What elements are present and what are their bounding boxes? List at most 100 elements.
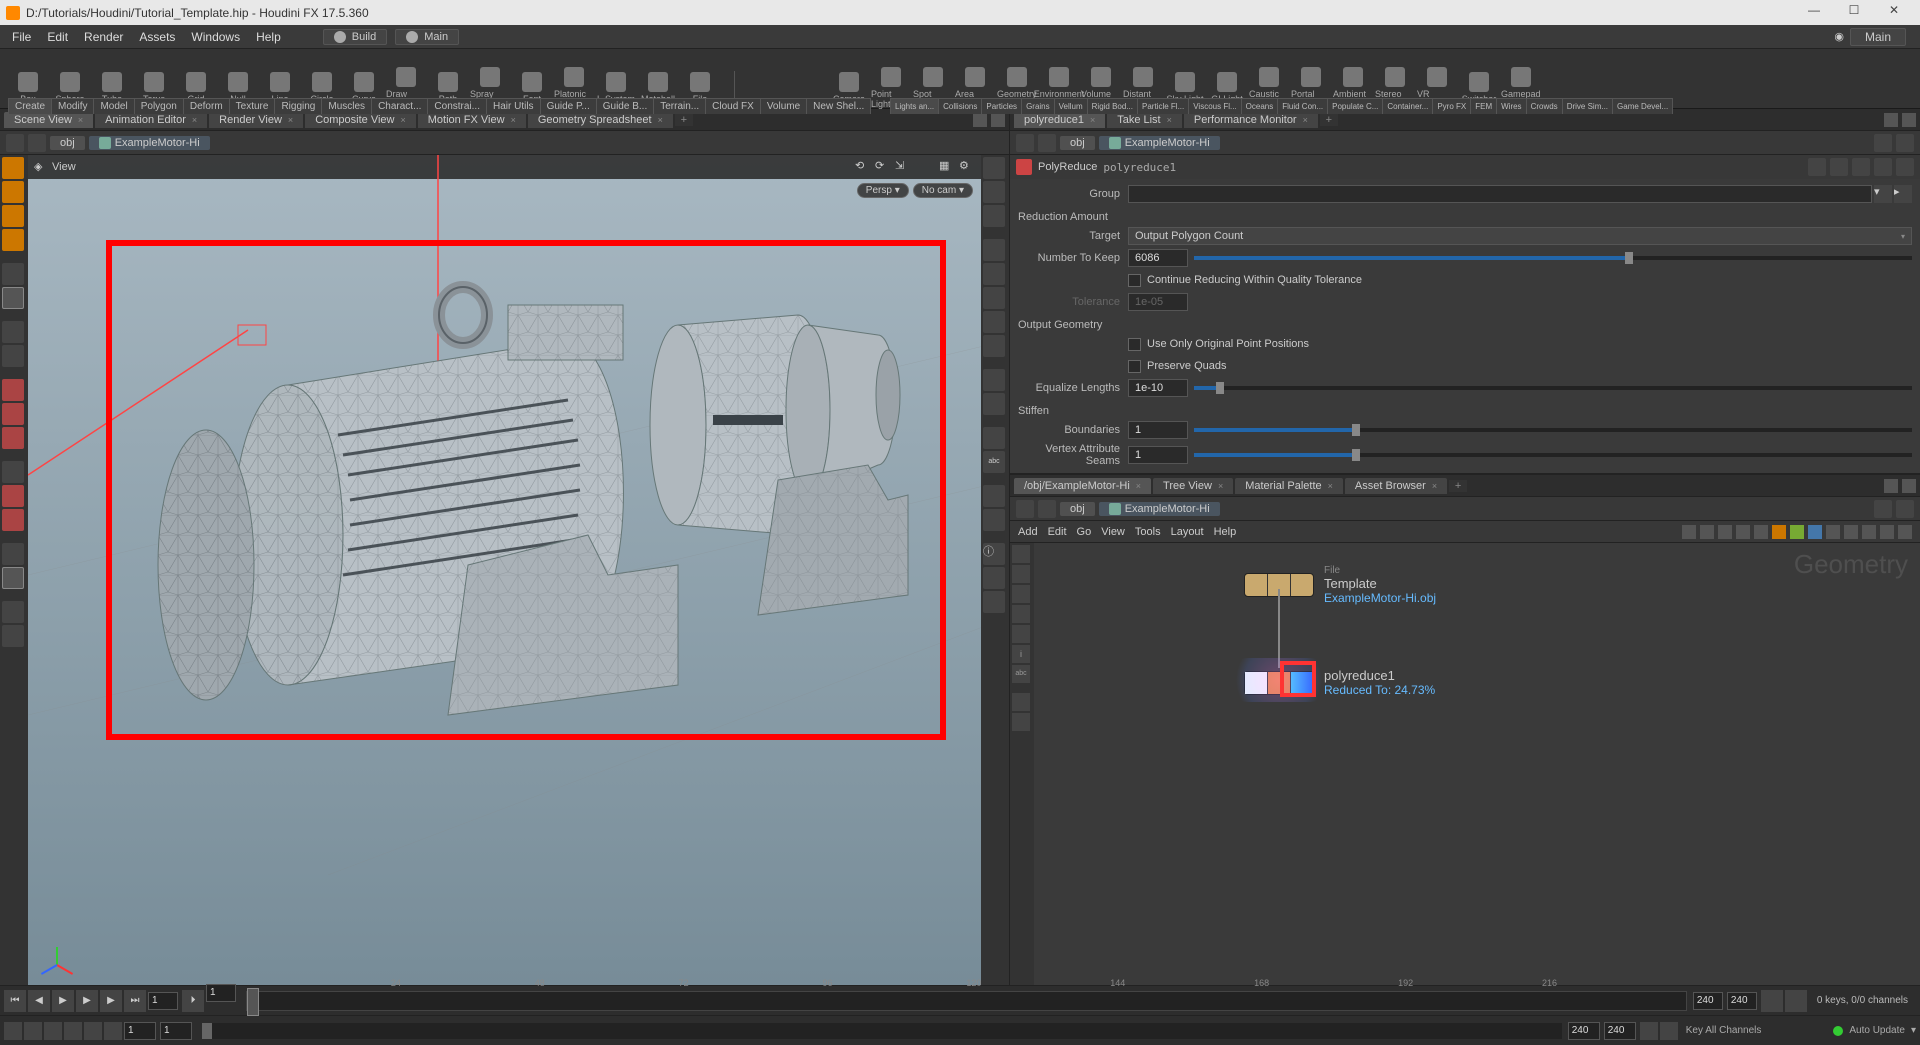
playhead[interactable] bbox=[247, 988, 259, 1016]
netico-grid2[interactable] bbox=[1736, 525, 1750, 539]
nav-back-button[interactable] bbox=[6, 134, 24, 152]
frame-input[interactable] bbox=[148, 992, 178, 1010]
bounds-input[interactable] bbox=[1128, 421, 1188, 439]
pane-menu-icon[interactable] bbox=[1884, 113, 1898, 127]
pointer-tool[interactable] bbox=[2, 263, 24, 285]
net-side-i[interactable]: i bbox=[1012, 645, 1030, 663]
net-edit[interactable]: Edit bbox=[1048, 526, 1067, 538]
net-help[interactable]: Help bbox=[1214, 526, 1237, 538]
shelf-tab-hair-utils[interactable]: Hair Utils bbox=[486, 98, 541, 114]
shelf-tab-model[interactable]: Model bbox=[93, 98, 134, 114]
autoupdate-label[interactable]: Auto Update bbox=[1849, 1025, 1905, 1036]
radial-menu-main[interactable]: Main bbox=[1850, 28, 1906, 46]
vis-tool[interactable] bbox=[2, 321, 24, 343]
close-icon[interactable]: × bbox=[288, 115, 293, 125]
close-icon[interactable]: × bbox=[658, 115, 663, 125]
magnet-tool-2[interactable] bbox=[2, 403, 24, 425]
nav-fwd-button[interactable] bbox=[1038, 500, 1056, 518]
select-point-tool[interactable] bbox=[2, 229, 24, 251]
vas-input[interactable] bbox=[1128, 446, 1188, 464]
nav-back-button[interactable] bbox=[1016, 500, 1034, 518]
select-prim-tool[interactable] bbox=[2, 181, 24, 203]
net-view[interactable]: View bbox=[1101, 526, 1125, 538]
geo-overlay-tool[interactable] bbox=[983, 427, 1005, 449]
net-layout[interactable]: Layout bbox=[1171, 526, 1204, 538]
close-icon[interactable]: × bbox=[400, 115, 405, 125]
net-side-4[interactable] bbox=[1012, 605, 1030, 623]
cb-key[interactable] bbox=[1660, 1022, 1678, 1040]
close-icon[interactable]: × bbox=[192, 115, 197, 125]
chan-r1[interactable] bbox=[1568, 1022, 1600, 1040]
magnet-tool-3[interactable] bbox=[2, 427, 24, 449]
shelf-tab-new-shel-[interactable]: New Shel... bbox=[806, 98, 871, 114]
menu-help[interactable]: Help bbox=[248, 28, 289, 46]
net-side-5[interactable] bbox=[1012, 625, 1030, 643]
shelf-tab-fluid-con-[interactable]: Fluid Con... bbox=[1277, 98, 1328, 114]
shelf-tab-modify[interactable]: Modify bbox=[51, 98, 94, 114]
netico-o5[interactable] bbox=[1844, 525, 1858, 539]
shelf-tab-vellum[interactable]: Vellum bbox=[1054, 98, 1088, 114]
bulb-off-icon[interactable] bbox=[983, 335, 1005, 357]
netico-grid1[interactable] bbox=[1718, 525, 1732, 539]
eqlen-slider[interactable] bbox=[1194, 386, 1912, 390]
close-icon[interactable]: × bbox=[1328, 481, 1333, 491]
net-side-3[interactable] bbox=[1012, 585, 1030, 603]
follow-icon[interactable] bbox=[1896, 134, 1914, 152]
shelf-tab-guide-p-[interactable]: Guide P... bbox=[540, 98, 597, 114]
shelf-tab-grains[interactable]: Grains bbox=[1021, 98, 1055, 114]
shelf-tab-create[interactable]: Create bbox=[8, 98, 52, 114]
info-icon[interactable]: ⓘ bbox=[983, 543, 1005, 565]
netico-zoom[interactable] bbox=[1880, 525, 1894, 539]
net-side-exp[interactable] bbox=[1012, 693, 1030, 711]
snap-tool[interactable] bbox=[2, 345, 24, 367]
shelf-tab-game-devel-[interactable]: Game Devel... bbox=[1612, 98, 1673, 114]
close-icon[interactable]: × bbox=[1432, 481, 1437, 491]
gear-node-icon[interactable] bbox=[1808, 158, 1826, 176]
handles-icon[interactable] bbox=[983, 567, 1005, 589]
lock-tool[interactable] bbox=[2, 287, 24, 309]
netico-o4[interactable] bbox=[1826, 525, 1840, 539]
shading-smooth-tool[interactable] bbox=[983, 181, 1005, 203]
target-select[interactable]: Output Polygon Count▾ bbox=[1128, 227, 1912, 245]
shelf-tab-particles[interactable]: Particles bbox=[981, 98, 1022, 114]
shelf-tab-cloud-fx[interactable]: Cloud FX bbox=[705, 98, 761, 114]
menu-assets[interactable]: Assets bbox=[131, 28, 183, 46]
pane-max-icon[interactable] bbox=[1902, 479, 1916, 493]
menu-edit[interactable]: Edit bbox=[39, 28, 76, 46]
close-icon[interactable]: × bbox=[1218, 481, 1223, 491]
pane-menu-icon[interactable] bbox=[1884, 479, 1898, 493]
axis-widget[interactable] bbox=[38, 935, 78, 975]
shelf-tab-muscles[interactable]: Muscles bbox=[321, 98, 372, 114]
network-view[interactable]: Geometry File Template ExampleMotor-Hi.o… bbox=[1034, 543, 1920, 985]
magnet-tool-1[interactable] bbox=[2, 379, 24, 401]
close-icon[interactable]: × bbox=[511, 115, 516, 125]
close-icon[interactable]: × bbox=[1136, 481, 1141, 491]
tab-tree-view[interactable]: Tree View× bbox=[1153, 478, 1233, 494]
net-side-1[interactable] bbox=[1012, 545, 1030, 563]
shelf-tab-populate-c-[interactable]: Populate C... bbox=[1327, 98, 1383, 114]
path-obj[interactable]: obj bbox=[50, 136, 85, 150]
netico-wand[interactable] bbox=[1682, 525, 1696, 539]
help-node-icon[interactable] bbox=[1896, 158, 1914, 176]
lock-icon[interactable] bbox=[983, 205, 1005, 227]
range-lock-icon[interactable]: ⏵ bbox=[182, 990, 204, 1012]
net-side-2[interactable] bbox=[1012, 565, 1030, 583]
chan-start-input[interactable] bbox=[124, 1022, 156, 1040]
display-points-tool[interactable] bbox=[983, 287, 1005, 309]
select-object-tool[interactable] bbox=[2, 157, 24, 179]
shelf-tab-particle-fl-[interactable]: Particle Fl... bbox=[1137, 98, 1189, 114]
h-node-icon[interactable] bbox=[1830, 158, 1848, 176]
netico-frame[interactable] bbox=[1898, 525, 1912, 539]
close-icon[interactable]: × bbox=[1090, 115, 1095, 125]
tab-material-palette[interactable]: Material Palette× bbox=[1235, 478, 1343, 494]
shelf-tab-volume[interactable]: Volume bbox=[760, 98, 807, 114]
ghost-tool[interactable] bbox=[983, 369, 1005, 391]
path-obj[interactable]: obj bbox=[1060, 136, 1095, 150]
shelf-tab-crowds[interactable]: Crowds bbox=[1526, 98, 1563, 114]
chan-r2[interactable] bbox=[1604, 1022, 1636, 1040]
shelf-tab-terrain-[interactable]: Terrain... bbox=[653, 98, 706, 114]
useonly-checkbox[interactable] bbox=[1128, 338, 1141, 351]
bounds-slider[interactable] bbox=[1194, 428, 1912, 432]
shelf-tab-wires[interactable]: Wires bbox=[1496, 98, 1526, 114]
netico-o2[interactable] bbox=[1790, 525, 1804, 539]
